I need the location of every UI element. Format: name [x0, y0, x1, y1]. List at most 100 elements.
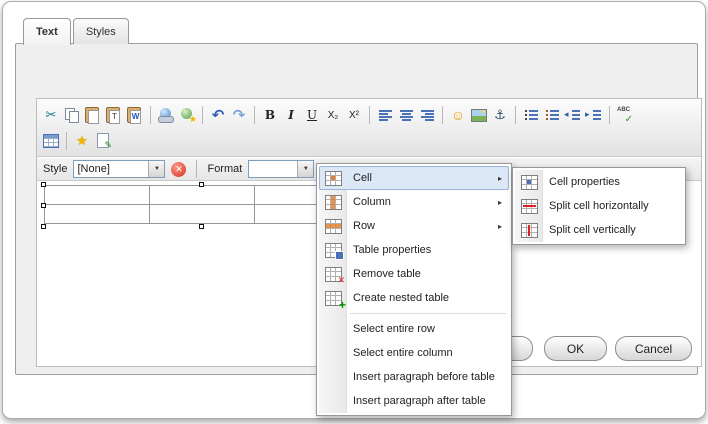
- italic-icon[interactable]: [281, 105, 301, 125]
- selection-handle[interactable]: [41, 203, 46, 208]
- column-icon: [325, 194, 342, 210]
- tab-text[interactable]: Text: [23, 18, 71, 45]
- indent-icon[interactable]: [584, 105, 604, 125]
- split-vertical-icon: [521, 222, 538, 238]
- align-left-icon[interactable]: [375, 105, 395, 125]
- cell-icon: [325, 170, 342, 186]
- menu-item-column[interactable]: Column ▸: [319, 190, 509, 214]
- star-icon[interactable]: [72, 131, 92, 151]
- editor-table[interactable]: [44, 185, 360, 224]
- menu-item-label: Row: [353, 220, 376, 232]
- cancel-button[interactable]: Cancel: [615, 336, 692, 361]
- menu-item-label: Cell properties: [549, 176, 620, 188]
- menu-item-split-cell-vertically[interactable]: Split cell vertically: [515, 218, 683, 242]
- underline-icon[interactable]: [302, 105, 322, 125]
- bold-icon[interactable]: [260, 105, 280, 125]
- menu-icon-slot: [325, 394, 342, 409]
- tab-text-label: Text: [36, 26, 58, 38]
- toolbar-divider: [369, 106, 370, 124]
- paste-word-icon[interactable]: [125, 105, 145, 125]
- bulleted-list-icon[interactable]: [521, 105, 541, 125]
- toolbar-divider: [442, 106, 443, 124]
- toolbar-divider: [150, 106, 151, 124]
- tab-styles[interactable]: Styles: [72, 18, 129, 44]
- style-label: Style: [43, 163, 68, 175]
- style-dropdown[interactable]: [None] ▼: [73, 160, 166, 178]
- undo-icon[interactable]: [208, 105, 228, 125]
- menu-item-label: Remove table: [353, 268, 421, 280]
- paste-icon[interactable]: [83, 105, 103, 125]
- table-cell[interactable]: [44, 185, 150, 205]
- menu-item-label: Cell: [353, 172, 372, 184]
- cancel-button-label: Cancel: [634, 341, 673, 356]
- stylebar-divider: [196, 160, 198, 178]
- align-right-icon[interactable]: [417, 105, 437, 125]
- selection-handle[interactable]: [41, 182, 46, 187]
- toolbar-row-1: [41, 102, 697, 128]
- outdent-icon[interactable]: [563, 105, 583, 125]
- menu-item-label: Select entire row: [353, 323, 435, 335]
- tab-bar: Text Styles: [23, 18, 129, 45]
- menu-icon-slot: [325, 370, 342, 385]
- menu-item-label: Split cell horizontally: [549, 200, 649, 212]
- align-center-icon[interactable]: [396, 105, 416, 125]
- copy-icon[interactable]: [62, 105, 82, 125]
- browse-icon[interactable]: [177, 105, 197, 125]
- menu-item-label: Column: [353, 196, 391, 208]
- toolbar-divider: [66, 132, 67, 150]
- style-dropdown-value: [None]: [77, 163, 110, 175]
- cut-icon[interactable]: [41, 105, 61, 125]
- menu-item-split-cell-horizontally[interactable]: Split cell horizontally: [515, 194, 683, 218]
- menu-item-label: Table properties: [353, 244, 432, 256]
- table-cell[interactable]: [44, 204, 150, 224]
- menu-item-cell[interactable]: Cell ▸: [319, 166, 509, 190]
- selection-handle[interactable]: [199, 224, 204, 229]
- smiley-icon[interactable]: [448, 105, 468, 125]
- menu-item-select-entire-column[interactable]: Select entire column: [319, 341, 509, 365]
- row-icon: [325, 218, 342, 234]
- menu-item-cell-properties[interactable]: Cell properties: [515, 170, 683, 194]
- link-icon[interactable]: [156, 105, 176, 125]
- menu-item-label: Select entire column: [353, 347, 453, 359]
- toolbar-divider: [515, 106, 516, 124]
- toolbar-divider: [254, 106, 255, 124]
- nested-table-icon: [325, 290, 346, 312]
- menu-item-select-entire-row[interactable]: Select entire row: [319, 317, 509, 341]
- table-cell[interactable]: [149, 204, 255, 224]
- image-icon[interactable]: [469, 105, 489, 125]
- menu-item-insert-paragraph-after-table[interactable]: Insert paragraph after table: [319, 389, 509, 413]
- menu-item-create-nested-table[interactable]: Create nested table: [319, 286, 509, 312]
- cell-properties-icon: [521, 174, 538, 190]
- menu-separator: [350, 313, 506, 314]
- spellcheck-icon[interactable]: [615, 105, 635, 125]
- toolbar-divider: [202, 106, 203, 124]
- menu-item-insert-paragraph-before-table[interactable]: Insert paragraph before table: [319, 365, 509, 389]
- toolbar-row-2: [41, 128, 697, 154]
- selection-handle[interactable]: [41, 224, 46, 229]
- menu-item-label: Split cell vertically: [549, 224, 636, 236]
- table-cell[interactable]: [149, 185, 255, 205]
- table-icon[interactable]: [41, 131, 61, 151]
- menu-item-table-properties[interactable]: Table properties: [319, 238, 509, 262]
- selection-handle[interactable]: [199, 182, 204, 187]
- selected-table-wrapper: [41, 182, 360, 229]
- remove-table-icon: [325, 266, 345, 286]
- editor-dialog: Text Styles Style [None] ▼ Format: [2, 1, 706, 419]
- form-icon[interactable]: [93, 131, 113, 151]
- format-dropdown[interactable]: ▼: [248, 160, 315, 178]
- paste-text-icon[interactable]: [104, 105, 124, 125]
- editor-toolbar: [37, 99, 701, 157]
- ok-button[interactable]: OK: [544, 336, 607, 361]
- remove-style-icon[interactable]: [171, 161, 187, 177]
- numbered-list-icon[interactable]: [542, 105, 562, 125]
- anchor-icon[interactable]: [490, 105, 510, 125]
- submenu-arrow-icon: ▸: [497, 173, 502, 183]
- menu-item-remove-table[interactable]: Remove table: [319, 262, 509, 286]
- redo-icon[interactable]: [229, 105, 249, 125]
- dropdown-arrow-icon: ▼: [297, 161, 314, 177]
- menu-item-label: Insert paragraph after table: [353, 395, 486, 407]
- submenu-arrow-icon: ▸: [497, 221, 502, 231]
- subscript-icon[interactable]: [323, 105, 343, 125]
- menu-item-row[interactable]: Row ▸: [319, 214, 509, 238]
- superscript-icon[interactable]: [344, 105, 364, 125]
